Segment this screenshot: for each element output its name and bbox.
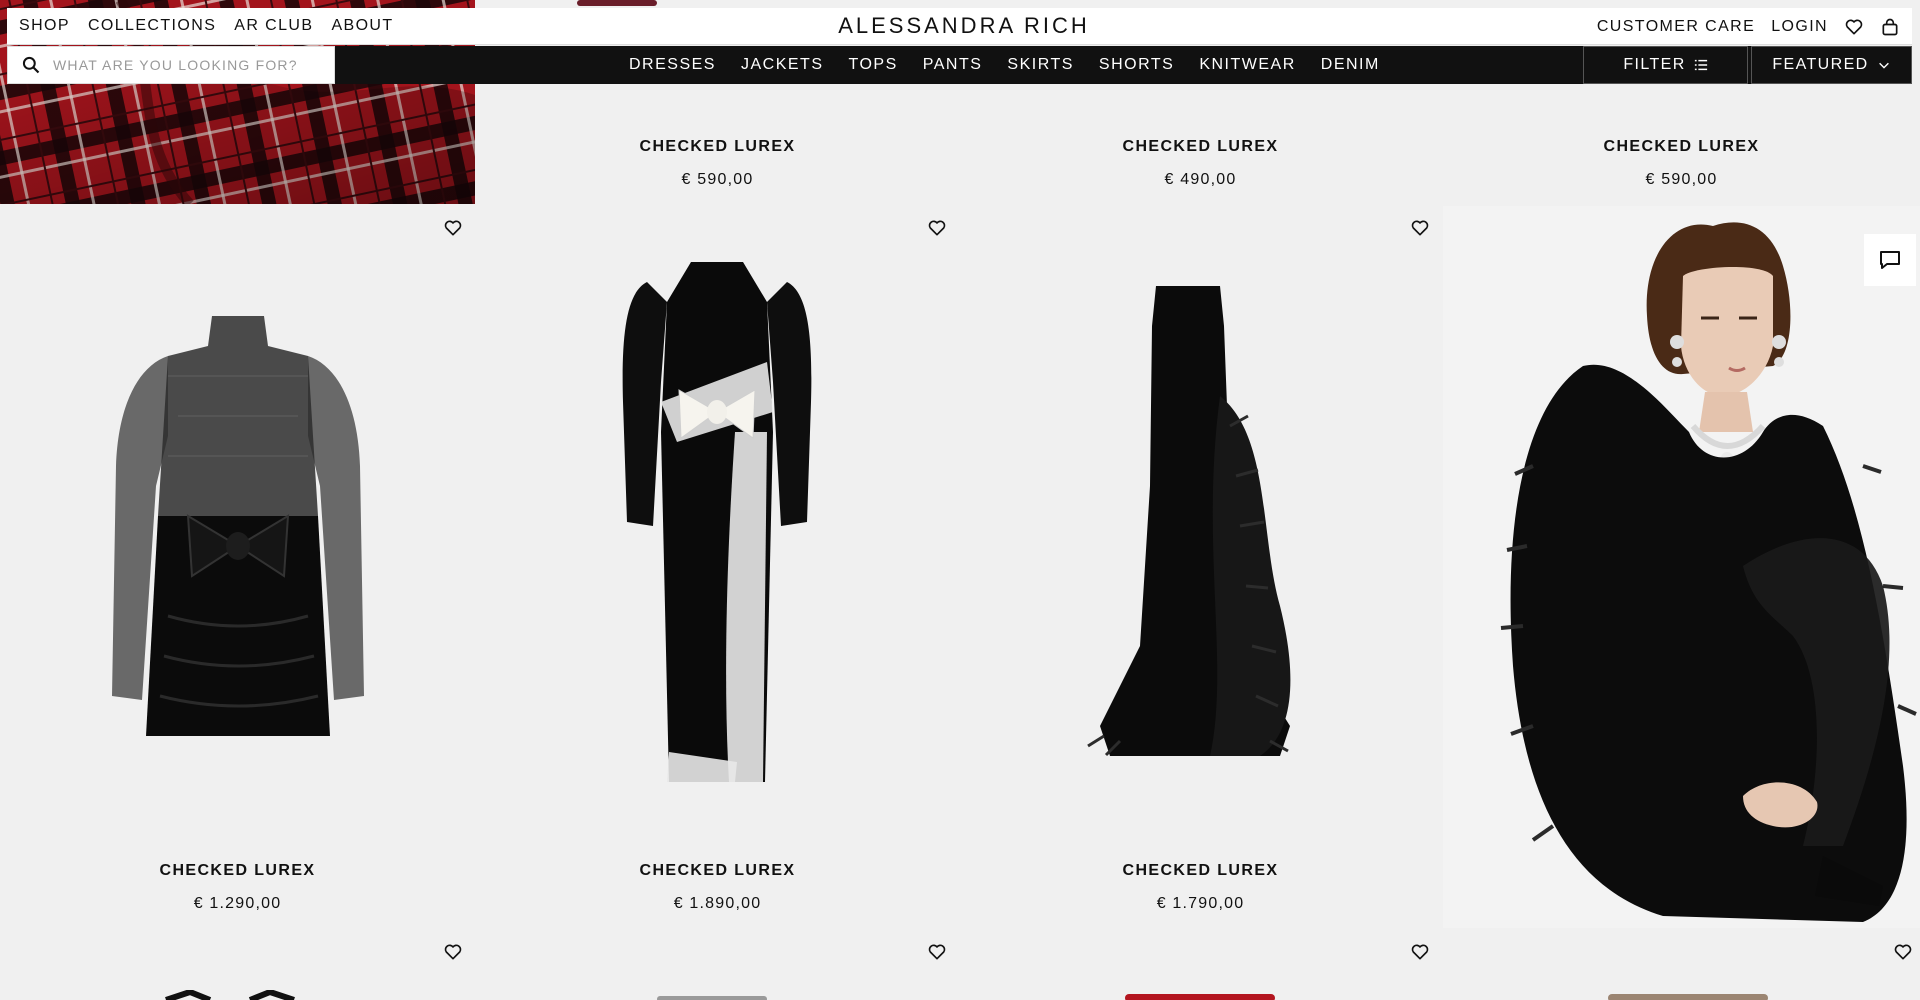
wishlist-heart-icon[interactable] — [443, 942, 463, 962]
strapless-feather-gown-image — [1087, 286, 1291, 757]
nav-ar-club[interactable]: AR CLUB — [234, 17, 313, 35]
product-name[interactable]: CHECKED LUREX — [960, 862, 1441, 880]
filter-label: FILTER — [1623, 56, 1686, 73]
product-name[interactable]: CHECKED LUREX — [960, 138, 1441, 156]
product-price: € 1.290,00 — [193, 895, 282, 912]
sort-dropdown[interactable]: FEATURED — [1751, 46, 1912, 84]
lace-velvet-mini-dress-image — [112, 316, 364, 736]
category-denim[interactable]: DENIM — [1321, 56, 1380, 74]
product-card[interactable] — [1443, 930, 1920, 1000]
top-header: SHOP COLLECTIONS AR CLUB ABOUT ALESSANDR… — [7, 8, 1912, 45]
wishlist-heart-icon[interactable] — [1844, 17, 1864, 37]
nav-about[interactable]: ABOUT — [331, 17, 393, 35]
product-card[interactable] — [0, 930, 475, 1000]
product-image-top — [165, 990, 295, 1000]
model-fur-coat-image — [1500, 222, 1917, 923]
product-price: € 1.890,00 — [673, 895, 762, 912]
product-image-top — [1125, 994, 1275, 1000]
search-box[interactable] — [7, 46, 335, 84]
product-card[interactable]: CHECKED LUREX € 1.790,00 — [960, 206, 1441, 928]
nav-login[interactable]: LOGIN — [1771, 18, 1828, 36]
filter-list-icon — [1694, 59, 1707, 71]
product-card[interactable] — [960, 930, 1441, 1000]
chat-bubble-icon — [1880, 251, 1900, 269]
category-shorts[interactable]: SHORTS — [1099, 56, 1174, 74]
wishlist-heart-icon[interactable] — [1410, 942, 1430, 962]
wishlist-heart-icon[interactable] — [927, 218, 947, 238]
wishlist-heart-icon[interactable] — [1893, 942, 1913, 962]
wishlist-heart-icon[interactable] — [927, 942, 947, 962]
nav-customer-care[interactable]: CUSTOMER CARE — [1597, 18, 1755, 36]
product-price: € 1.790,00 — [1156, 895, 1245, 912]
category-bar: DRESSES JACKETS TOPS PANTS SKIRTS SHORTS… — [7, 46, 1912, 84]
product-card[interactable]: CHECKED LUREX € 1.890,00 — [477, 206, 958, 928]
category-skirts[interactable]: SKIRTS — [1007, 56, 1074, 74]
product-name[interactable]: CHECKED LUREX — [477, 138, 958, 156]
product-price: € 590,00 — [1645, 171, 1718, 188]
filter-button[interactable]: FILTER — [1583, 46, 1748, 84]
bag-icon[interactable] — [1880, 17, 1900, 37]
product-price: € 490,00 — [1164, 171, 1237, 188]
product-name[interactable]: CHECKED LUREX — [1443, 138, 1920, 156]
nav-shop[interactable]: SHOP — [19, 17, 70, 35]
account-nav: CUSTOMER CARE LOGIN — [1597, 17, 1900, 37]
sort-label: FEATURED — [1772, 56, 1869, 73]
wishlist-heart-icon[interactable] — [1410, 218, 1430, 238]
product-name[interactable]: CHECKED LUREX — [477, 862, 958, 880]
brand-logo[interactable]: ALESSANDRA RICH — [819, 13, 1109, 39]
product-image-top — [657, 996, 767, 1000]
chat-widget-button[interactable] — [1864, 234, 1916, 286]
category-tops[interactable]: TOPS — [848, 56, 897, 74]
product-image-top — [1608, 994, 1768, 1000]
main-nav: SHOP COLLECTIONS AR CLUB ABOUT — [19, 17, 394, 35]
category-pants[interactable]: PANTS — [923, 56, 983, 74]
category-dresses[interactable]: DRESSES — [629, 56, 716, 74]
product-card[interactable]: CHECKED LUREX € 1.290,00 — [0, 206, 475, 928]
wishlist-heart-icon[interactable] — [443, 218, 463, 238]
category-nav: DRESSES JACKETS TOPS PANTS SKIRTS SHORTS… — [629, 56, 1380, 74]
chevron-down-icon — [1878, 62, 1889, 69]
product-name[interactable]: CHECKED LUREX — [0, 862, 475, 880]
black-gown-lace-bow-image — [622, 262, 812, 782]
product-grid: CHECKED LUREX € 590,00 CHECKED LUREX € 4… — [0, 0, 1920, 1000]
category-knitwear[interactable]: KNITWEAR — [1199, 56, 1295, 74]
product-price: € 590,00 — [681, 171, 754, 188]
search-icon — [22, 56, 40, 74]
product-card[interactable] — [477, 930, 958, 1000]
editorial-model-image[interactable] — [1443, 206, 1920, 928]
product-image-edge — [577, 0, 657, 6]
search-input[interactable] — [51, 56, 325, 74]
category-jackets[interactable]: JACKETS — [741, 56, 824, 74]
nav-collections[interactable]: COLLECTIONS — [88, 17, 216, 35]
